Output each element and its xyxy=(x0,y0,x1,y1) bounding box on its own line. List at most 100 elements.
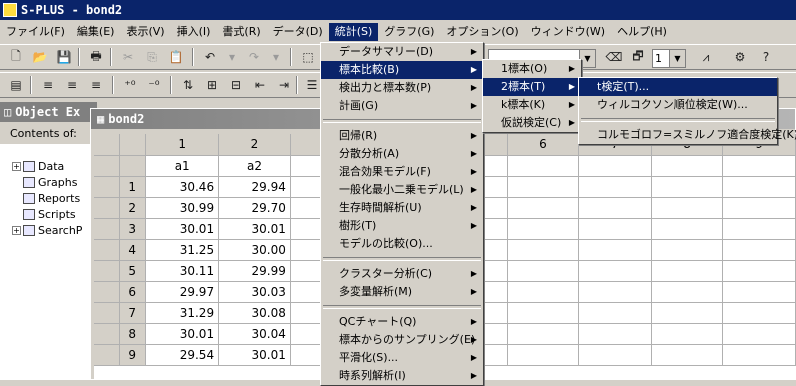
menu-item[interactable]: 標本からのサンプリング(E) ▶ xyxy=(321,331,483,349)
undo-dropdown-icon[interactable]: ▾ xyxy=(222,47,242,67)
row-selector[interactable] xyxy=(94,344,121,366)
menu-7[interactable]: グラフ(G) xyxy=(378,23,440,41)
expand-icon[interactable]: + xyxy=(12,225,21,235)
cell-empty[interactable] xyxy=(507,302,580,324)
cell-empty[interactable] xyxy=(722,176,796,198)
insert-data-icon[interactable]: ⬚ xyxy=(298,47,318,67)
menu-item[interactable]: k標本(K) ▶ xyxy=(483,96,581,114)
cell-empty[interactable] xyxy=(722,260,796,282)
cell-empty[interactable] xyxy=(651,302,724,324)
cell-empty[interactable] xyxy=(507,239,580,261)
script-icon[interactable]: ⚙ xyxy=(730,47,750,67)
increase-decimal-icon[interactable]: ⁺⁰ xyxy=(120,75,140,95)
cell-empty[interactable] xyxy=(651,344,724,366)
row-number[interactable]: 6 xyxy=(119,281,147,303)
cell-empty[interactable] xyxy=(507,344,580,366)
save-icon[interactable]: 💾 xyxy=(54,47,74,67)
row-selector[interactable] xyxy=(94,239,121,261)
cell-empty[interactable] xyxy=(651,218,724,240)
align-center-icon[interactable]: ≡ xyxy=(62,75,82,95)
decrease-decimal-icon[interactable]: ⁻⁰ xyxy=(144,75,164,95)
column-name-cell[interactable]: a1 xyxy=(145,155,220,177)
tree-item[interactable]: Graphs xyxy=(12,174,77,190)
align-right-icon[interactable]: ≡ xyxy=(86,75,106,95)
cell-a2[interactable]: 30.08 xyxy=(218,302,291,324)
cell-empty[interactable] xyxy=(722,344,796,366)
sort-icon[interactable]: ⇅ xyxy=(178,75,198,95)
cell-a1[interactable]: 30.01 xyxy=(145,323,220,345)
row-number[interactable]: 3 xyxy=(119,218,147,240)
cell-a1[interactable]: 30.99 xyxy=(145,197,220,219)
page-combo[interactable]: 1 ▼ xyxy=(652,49,686,68)
row-selector[interactable] xyxy=(94,197,121,219)
expand-icon[interactable]: + xyxy=(12,161,21,171)
cell-empty[interactable] xyxy=(507,176,580,198)
cell-empty[interactable] xyxy=(507,218,580,240)
menu-item[interactable]: 分散分析(A) ▶ xyxy=(321,145,483,163)
menu-5[interactable]: データ(D) xyxy=(267,23,329,41)
insert-row-icon[interactable]: ⇥ xyxy=(274,75,294,95)
menu-item[interactable]: 計画(G) ▶ xyxy=(321,97,483,115)
menu-item[interactable]: 1標本(O) ▶ xyxy=(483,60,581,78)
cell-empty[interactable] xyxy=(651,176,724,198)
cell-a2[interactable]: 29.70 xyxy=(218,197,291,219)
cell-empty[interactable] xyxy=(578,197,652,219)
menu-item[interactable]: 多変量解析(M) ▶ xyxy=(321,283,483,301)
cell-empty[interactable] xyxy=(507,281,580,303)
menu-3[interactable]: 挿入(I) xyxy=(171,23,217,41)
menu-item[interactable]: コルモゴロフ=スミルノフ適合度検定(K)... xyxy=(579,126,796,144)
paste-icon[interactable]: 📋 xyxy=(166,47,186,67)
menu-item[interactable]: データサマリー(D) ▶ xyxy=(321,43,483,61)
new-file-icon[interactable]: 🗋 xyxy=(6,47,26,67)
cell-empty[interactable] xyxy=(722,218,796,240)
redo-dropdown-icon[interactable]: ▾ xyxy=(266,47,286,67)
tree-item[interactable]: + SearchP xyxy=(12,222,82,238)
cell-empty[interactable] xyxy=(578,323,652,345)
cell-empty[interactable] xyxy=(651,281,724,303)
menu-item[interactable]: 2標本(T) ▶ xyxy=(483,78,581,96)
cell-a1[interactable]: 30.11 xyxy=(145,260,220,282)
row-number[interactable]: 9 xyxy=(119,344,147,366)
cell-a1[interactable]: 31.25 xyxy=(145,239,220,261)
cell-a1[interactable]: 31.29 xyxy=(145,302,220,324)
menu-item[interactable]: ウィルコクソン順位検定(W)... xyxy=(579,96,777,114)
cell-a1[interactable]: 29.54 xyxy=(145,344,220,366)
cell-empty[interactable] xyxy=(722,197,796,219)
tree-item[interactable]: + Data xyxy=(12,158,64,174)
menu-6[interactable]: 統計(S) xyxy=(328,23,379,41)
copy-icon[interactable]: ⎘ xyxy=(142,47,162,67)
corner-cell[interactable] xyxy=(119,155,147,177)
cell-a1[interactable]: 30.46 xyxy=(145,176,220,198)
cell-empty[interactable] xyxy=(651,323,724,345)
cell-empty[interactable] xyxy=(578,239,652,261)
transform-icon[interactable]: ⊟ xyxy=(226,75,246,95)
insert-column-icon[interactable]: ⇤ xyxy=(250,75,270,95)
menu-8[interactable]: オプション(O) xyxy=(440,23,524,41)
menu-item[interactable]: 平滑化(S)... ▶ xyxy=(321,349,483,367)
column-name-cell[interactable] xyxy=(651,155,724,177)
cell-a1[interactable]: 29.97 xyxy=(145,281,220,303)
cell-a1[interactable]: 30.01 xyxy=(145,218,220,240)
row-selector[interactable] xyxy=(94,302,121,324)
corner-cell[interactable] xyxy=(119,134,147,156)
menu-0[interactable]: ファイル(F) xyxy=(0,23,71,41)
menu-10[interactable]: ヘルプ(H) xyxy=(611,23,673,41)
table-icon[interactable]: ☰ xyxy=(302,75,322,95)
column-number-header[interactable]: 2 xyxy=(218,134,291,156)
cell-empty[interactable] xyxy=(578,176,652,198)
row-number[interactable]: 1 xyxy=(119,176,147,198)
chart-wizard-icon[interactable]: ⩘ xyxy=(696,47,716,67)
menu-1[interactable]: 編集(E) xyxy=(71,23,121,41)
open-folder-icon[interactable]: 📂 xyxy=(30,47,50,67)
column-number-header[interactable]: 6 xyxy=(507,134,580,156)
cell-empty[interactable] xyxy=(651,239,724,261)
redo-icon[interactable]: ↷ xyxy=(244,47,264,67)
row-number[interactable]: 8 xyxy=(119,323,147,345)
cell-a2[interactable]: 29.99 xyxy=(218,260,291,282)
cell-a2[interactable]: 30.04 xyxy=(218,323,291,345)
cell-a2[interactable]: 30.03 xyxy=(218,281,291,303)
menu-item[interactable]: 一般化最小二乗モデル(L) ▶ xyxy=(321,181,483,199)
cell-empty[interactable] xyxy=(578,218,652,240)
filter-icon[interactable]: ⊞ xyxy=(202,75,222,95)
menu-item[interactable]: 時系列解析(I) ▶ xyxy=(321,367,483,385)
